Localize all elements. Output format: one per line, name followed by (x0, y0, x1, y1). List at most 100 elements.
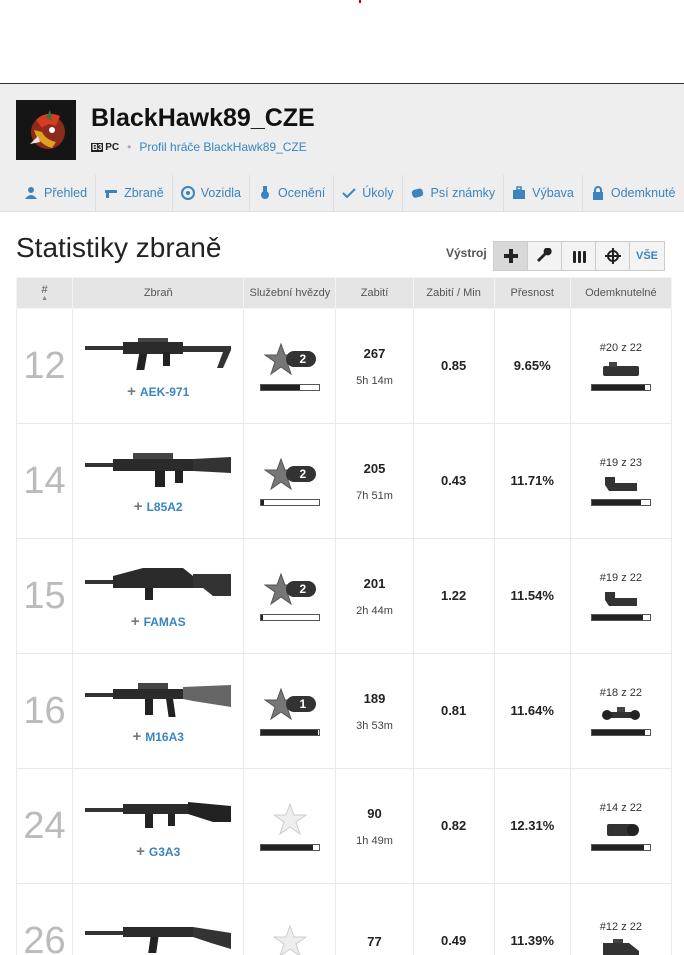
plus-icon: + (133, 498, 143, 515)
header-stars[interactable]: Služební hvězdy (243, 277, 337, 309)
header-kills[interactable]: Zabití (335, 277, 414, 309)
kpm-value: 1.22 (440, 588, 467, 603)
nav-label: Zbraně (124, 186, 164, 200)
stars-cell (243, 768, 337, 884)
star-row (272, 924, 307, 955)
unlock-cell[interactable]: #12 z 22 (569, 883, 673, 955)
unlock-cell[interactable]: #19 z 23 (569, 423, 673, 539)
filter-add-button[interactable] (494, 242, 528, 270)
red-dot (359, 0, 361, 3)
weapon-image (85, 683, 232, 717)
rank-value: 24 (23, 804, 66, 847)
filter-wrench-button[interactable] (528, 242, 562, 270)
star-count: 1 (285, 695, 317, 712)
weapon-name-link[interactable]: + M16A3 (73, 728, 243, 745)
star-progress-fill (260, 614, 263, 620)
kpm-value: 0.43 (440, 473, 467, 488)
nav-item-oceneni[interactable]: Ocenění (250, 174, 335, 212)
kills-cell: 205 7h 51m (335, 423, 414, 539)
weapon-name: G3A3 (148, 844, 181, 859)
stars-wrap: 2 (244, 572, 335, 621)
unlock-cell[interactable]: #19 z 22 (569, 538, 673, 654)
rank-cell: 26 (15, 883, 74, 955)
wrench-icon (536, 248, 552, 262)
weapon-name-link[interactable]: + L85A2 (73, 498, 243, 515)
kills-value: 205 (363, 460, 386, 476)
weapon-name-link[interactable]: + G3A3 (73, 843, 243, 860)
unlock-cell[interactable]: #18 z 22 (569, 653, 673, 769)
kills-cell: 90 1h 49m (335, 768, 414, 884)
table-row[interactable]: 24 + G3A3 90 1h 49m 0.82 12.31% #14 z 22 (15, 768, 673, 884)
time-played: 1h 49m (356, 834, 393, 847)
weapon-image (85, 338, 232, 370)
accuracy-value: 11.39% (510, 933, 554, 948)
kills-value: 77 (367, 933, 382, 949)
kpm-value: 0.85 (440, 358, 467, 373)
nav-item-ukoly[interactable]: Úkoly (334, 174, 403, 212)
unlock-progress-fill (591, 614, 643, 620)
header-unlocks[interactable]: Odemknutelné (569, 277, 673, 309)
time-played: 2h 44m (356, 604, 393, 617)
table-row[interactable]: 26 77 0.49 11.39% #12 z 22 (15, 883, 673, 955)
star-progress-fill (260, 499, 264, 505)
weapon-cell[interactable] (72, 883, 245, 955)
header-kpm[interactable]: Zabití / Min (412, 277, 495, 309)
filter-all-button[interactable]: VŠE (630, 242, 664, 270)
weapon-name-link[interactable]: + FAMAS (73, 613, 243, 630)
plus-icon: + (130, 613, 140, 630)
kpm-value: 0.49 (440, 933, 467, 948)
table-row[interactable]: 15 + FAMAS 2 201 2h 44m 1.22 11.54% #19 z 22 (15, 538, 673, 654)
star-count: 2 (285, 465, 317, 482)
weapon-name-link[interactable]: + AEK-971 (73, 383, 243, 400)
star-progress-bar (259, 383, 320, 391)
unlock-progress-bar (590, 843, 651, 851)
lock-icon (592, 186, 603, 200)
table-row[interactable]: 16 + M16A3 1 189 3h 53m 0.81 11.64% #18 z 22 (15, 653, 673, 769)
unlock-progress-bar (590, 498, 651, 506)
weapon-cell[interactable]: + G3A3 (72, 768, 245, 884)
unlock-progress-fill (591, 499, 642, 505)
nav-item-psi-znamky[interactable]: Psí známky (403, 174, 505, 212)
profile-link[interactable]: Profil hráče BlackHawk89_CZE (139, 140, 306, 154)
unlock-label: #14 z 22 (599, 801, 642, 814)
rank-cell: 15 (15, 538, 74, 654)
nav-label: Odemknuté (610, 186, 676, 200)
unlock-progress-bar (590, 383, 651, 391)
unlock-progress-fill (591, 384, 646, 390)
filter-ammo-button[interactable] (562, 242, 596, 270)
nav-item-zbrane[interactable]: Zbraně (96, 174, 173, 212)
header-weapon[interactable]: Zbraň (72, 277, 245, 309)
kills-cell: 77 (335, 883, 414, 955)
accuracy-value: 9.65% (513, 358, 551, 373)
kills-cell: 189 3h 53m (335, 653, 414, 769)
unlock-progress-fill (591, 729, 646, 735)
dogtag-icon (411, 188, 423, 198)
filter-scope-button[interactable] (596, 242, 630, 270)
star-count: 2 (285, 580, 317, 597)
weapon-cell[interactable]: + FAMAS (72, 538, 245, 654)
nav-item-prehled[interactable]: Přehled (16, 174, 97, 212)
stars-wrap: 2 (244, 457, 335, 506)
table-row[interactable]: 14 + L85A2 2 205 7h 51m 0.43 11.71% #19 z 23 (15, 423, 673, 539)
unlock-cell[interactable]: #14 z 22 (569, 768, 673, 884)
rank-value: 15 (23, 574, 66, 617)
platform-badge: B3 PC (91, 142, 119, 153)
nav-item-vozidla[interactable]: Vozidla (173, 174, 251, 212)
header-rank[interactable]: # ▲ (15, 277, 74, 309)
accuracy-value: 11.71% (510, 473, 554, 488)
player-emblem (16, 100, 76, 160)
weapon-name: AEK-971 (139, 384, 190, 399)
ammo-icon (572, 251, 586, 263)
weapon-cell[interactable]: + L85A2 (72, 423, 245, 539)
nav-item-vybava[interactable]: Výbava (504, 174, 583, 212)
stars-wrap: 1 (244, 687, 335, 736)
weapon-cell[interactable]: + AEK-971 (72, 308, 245, 424)
header-accuracy[interactable]: Přesnost (493, 277, 571, 309)
unlock-cell[interactable]: #20 z 22 (569, 308, 673, 424)
nav-label: Úkoly (362, 186, 394, 200)
top-blank-area (0, 0, 684, 84)
table-row[interactable]: 12 + AEK-971 2 267 5h 14m 0.85 9.65% #20 z 22 (15, 308, 673, 424)
weapon-cell[interactable]: + M16A3 (72, 653, 245, 769)
nav-item-odemknute[interactable]: Odemknuté (583, 175, 684, 212)
unlock-progress-bar (590, 613, 651, 621)
